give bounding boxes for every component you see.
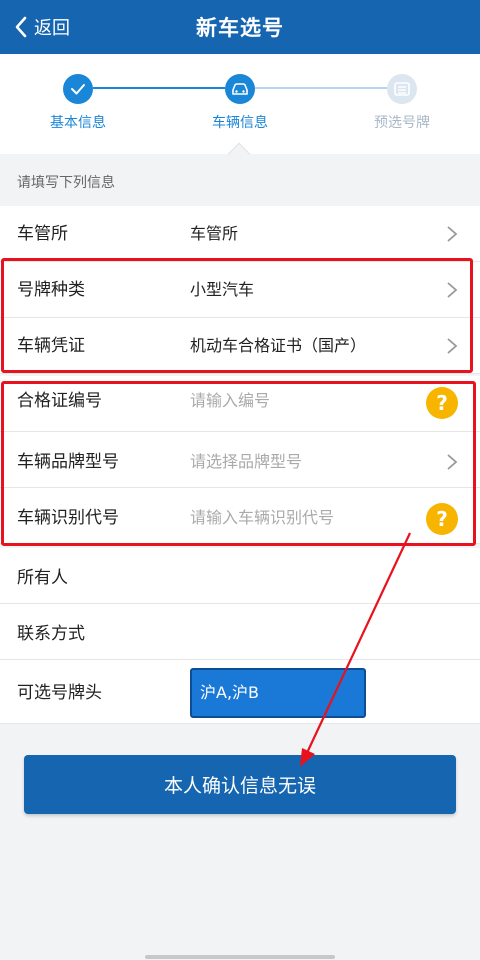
contact-label: 联系方式 — [17, 624, 85, 644]
step-3-circle — [387, 74, 417, 104]
step-pointer — [227, 142, 251, 166]
help-icon[interactable]: ? — [426, 503, 458, 535]
plate-prefix-label: 可选号牌头 — [17, 683, 102, 703]
step-connector-done — [93, 87, 225, 89]
certificate-number-input[interactable]: 请输入编号 — [190, 376, 270, 432]
office-value: 车管所 — [190, 224, 239, 243]
check-icon — [71, 84, 85, 95]
plate-icon — [394, 82, 410, 96]
form-row-contact[interactable]: 联系方式 — [0, 604, 480, 660]
form-row-brand-model[interactable]: 车辆品牌型号 请选择品牌型号 — [0, 432, 480, 488]
confirm-info-button[interactable]: 本人确认信息无误 — [24, 755, 456, 814]
office-label: 车管所 — [17, 224, 68, 244]
step-1-circle — [63, 74, 93, 104]
plate-type-value: 小型汽车 — [190, 280, 255, 299]
help-icon[interactable]: ? — [426, 387, 458, 419]
step-3-label: 预选号牌 — [374, 115, 430, 131]
form-row-office[interactable]: 车管所 车管所 — [0, 206, 480, 262]
certificate-number-label: 合格证编号 — [17, 391, 102, 411]
brand-model-label: 车辆品牌型号 — [17, 452, 119, 472]
owner-label: 所有人 — [17, 568, 68, 588]
chevron-right-icon — [447, 338, 458, 354]
back-button[interactable]: 返回 — [14, 0, 70, 54]
progress-stepper: 基本信息 车辆信息 预选号牌 — [0, 54, 480, 166]
vin-input[interactable]: 请输入车辆识别代号 — [190, 488, 334, 544]
step-2-circle — [225, 74, 255, 104]
form-row-certificate-number[interactable]: 合格证编号 请输入编号 ? — [0, 376, 480, 432]
form-row-plate-prefix: 可选号牌头 沪A,沪B — [0, 660, 480, 724]
brand-model-select[interactable]: 请选择品牌型号 — [190, 432, 302, 488]
step-2-label: 车辆信息 — [212, 115, 268, 131]
form-row-vehicle-certificate[interactable]: 车辆凭证 机动车合格证书（国产） — [0, 318, 480, 374]
vehicle-certificate-value: 机动车合格证书（国产） — [190, 336, 367, 355]
vehicle-certificate-label: 车辆凭证 — [17, 336, 85, 356]
step-connector-pending — [255, 87, 387, 89]
back-label: 返回 — [34, 18, 70, 39]
vin-label: 车辆识别代号 — [17, 508, 119, 528]
step-1-label: 基本信息 — [50, 115, 106, 131]
chevron-right-icon — [447, 282, 458, 298]
car-icon — [232, 83, 248, 95]
plate-type-label: 号牌种类 — [17, 280, 85, 300]
form-row-owner[interactable]: 所有人 — [0, 548, 480, 604]
top-bar: 返回 新车选号 — [0, 0, 480, 54]
chevron-right-icon — [447, 454, 458, 470]
home-indicator — [145, 955, 335, 959]
form-row-vin[interactable]: 车辆识别代号 请输入车辆识别代号 ? — [0, 488, 480, 544]
section-hint: 请填写下列信息 — [17, 175, 115, 191]
form-row-plate-type[interactable]: 号牌种类 小型汽车 — [0, 262, 480, 318]
plate-prefix-field[interactable]: 沪A,沪B — [190, 668, 366, 718]
chevron-right-icon — [447, 226, 458, 242]
chevron-left-icon — [15, 16, 27, 38]
page-title: 新车选号 — [196, 16, 284, 40]
